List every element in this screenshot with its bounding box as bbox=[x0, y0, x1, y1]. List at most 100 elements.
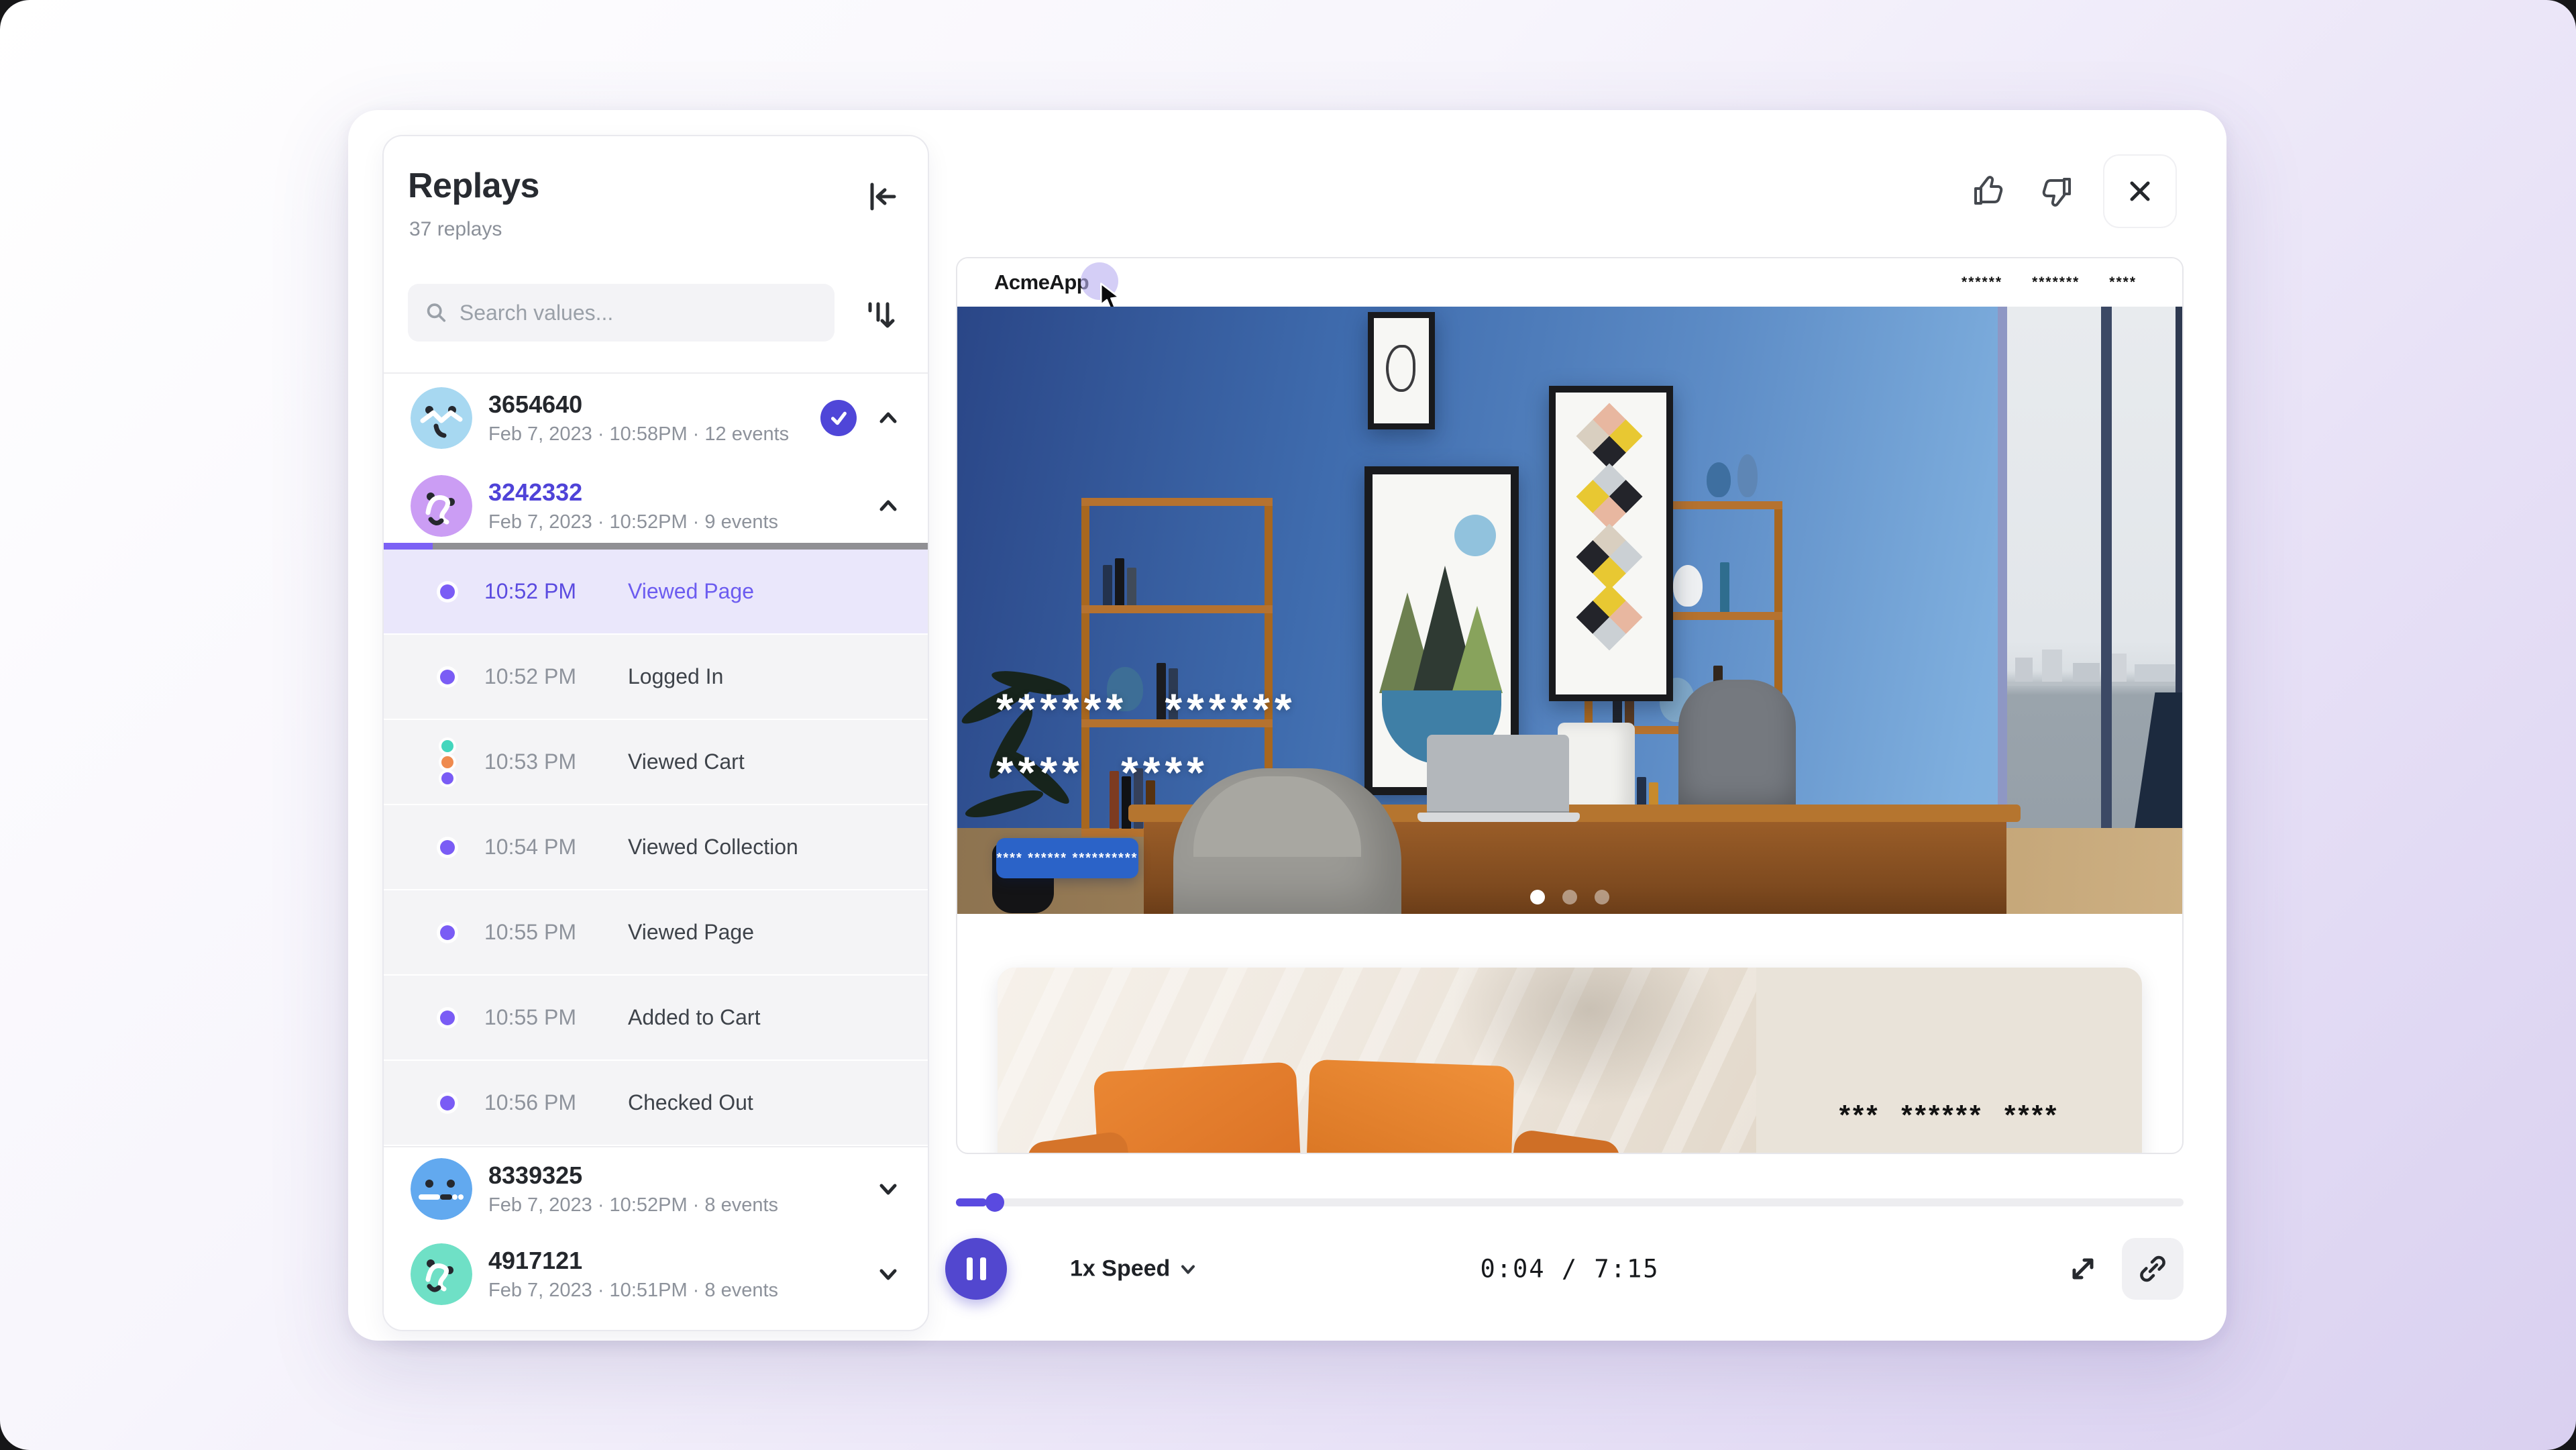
page-background: Replays 37 replays bbox=[0, 0, 2576, 1450]
session-row-actions bbox=[875, 1176, 901, 1202]
event-time: 10:55 PM bbox=[484, 920, 604, 945]
event-label: Checked Out bbox=[628, 1090, 753, 1115]
event-label: Viewed Page bbox=[628, 579, 754, 604]
event-multi-dot-icon bbox=[441, 740, 453, 784]
session-row-actions bbox=[875, 1261, 901, 1287]
event-dot-icon bbox=[440, 1011, 455, 1025]
recorded-app-logo: AcmeApp bbox=[994, 270, 1089, 295]
chevron-up-icon bbox=[877, 495, 900, 517]
expand-session-button[interactable] bbox=[875, 1176, 901, 1202]
hero-image: ****** ****** **** **** **** ****** ****… bbox=[957, 307, 2182, 914]
event-row-viewed-page-2[interactable]: 10:55 PM Viewed Page bbox=[384, 890, 928, 976]
replay-viewport: AcmeApp ****** ******* **** bbox=[956, 257, 2184, 1154]
time-current: 0:04 bbox=[1480, 1255, 1545, 1284]
session-id: 3242332 bbox=[488, 478, 778, 507]
session-row-3242332[interactable]: 3242332 Feb 7, 2023 · 10:52PM · 9 events bbox=[384, 462, 928, 550]
event-row-viewed-page-1[interactable]: 10:52 PM Viewed Page bbox=[384, 550, 928, 635]
thumbs-up-button[interactable] bbox=[1969, 171, 2009, 211]
expand-icon bbox=[2065, 1251, 2100, 1286]
playback-speed-dropdown[interactable]: 1x Speed bbox=[1070, 1256, 1197, 1282]
avatar bbox=[411, 475, 472, 537]
session-watch-progress-fill bbox=[384, 543, 433, 550]
masked-hero-button-label: **** ****** ********** bbox=[997, 851, 1138, 866]
framed-geometric-art bbox=[1549, 386, 1673, 701]
collapse-sidebar-button[interactable] bbox=[862, 176, 902, 217]
carousel-dot-active bbox=[1530, 890, 1545, 904]
session-row-8339325[interactable]: 8339325 Feb 7, 2023 · 10:52PM · 8 events bbox=[384, 1146, 928, 1230]
seek-bar[interactable] bbox=[956, 1198, 2184, 1206]
event-row-logged-in[interactable]: 10:52 PM Logged In bbox=[384, 635, 928, 720]
expand-session-button[interactable] bbox=[875, 1261, 901, 1287]
playback-speed-label: 1x Speed bbox=[1070, 1256, 1170, 1282]
fullscreen-button[interactable] bbox=[2061, 1247, 2104, 1290]
thumbs-down-icon bbox=[2037, 172, 2075, 210]
carousel-dot bbox=[1595, 890, 1609, 904]
session-info: 3242332 Feb 7, 2023 · 10:52PM · 9 events bbox=[488, 478, 778, 533]
session-id: 3654640 bbox=[488, 391, 789, 419]
pause-button[interactable] bbox=[945, 1238, 1007, 1300]
time-total: 7:15 bbox=[1594, 1255, 1659, 1284]
session-info: 8339325 Feb 7, 2023 · 10:52PM · 8 events bbox=[488, 1161, 778, 1216]
event-label: Viewed Cart bbox=[628, 749, 745, 774]
event-time: 10:52 PM bbox=[484, 664, 604, 689]
copy-link-button[interactable] bbox=[2122, 1238, 2184, 1300]
event-dot-icon bbox=[440, 840, 455, 855]
masked-nav-item: ****** bbox=[1962, 274, 2002, 291]
chevron-down-icon bbox=[1179, 1260, 1197, 1278]
player-controls: 1x Speed 0:04 / 7:15 bbox=[956, 1232, 2184, 1306]
time-separator: / bbox=[1562, 1255, 1578, 1284]
floor-lamp bbox=[1558, 723, 1635, 817]
player-right-controls bbox=[2061, 1238, 2184, 1300]
event-row-viewed-cart[interactable]: 10:53 PM Viewed Cart bbox=[384, 720, 928, 805]
carousel-dots bbox=[1530, 890, 1609, 904]
search-row bbox=[384, 284, 928, 372]
close-button[interactable] bbox=[2103, 154, 2177, 228]
sofa-photo bbox=[998, 968, 1756, 1154]
laptop bbox=[1427, 735, 1569, 814]
event-time: 10:56 PM bbox=[484, 1090, 604, 1115]
search-icon bbox=[425, 301, 447, 325]
check-icon bbox=[827, 407, 850, 429]
replays-sidebar: Replays 37 replays bbox=[382, 135, 929, 1331]
session-row-4917121[interactable]: 4917121 Feb 7, 2023 · 10:51PM · 8 events bbox=[384, 1230, 928, 1318]
thumbs-down-button[interactable] bbox=[2036, 171, 2076, 211]
replay-modal: Replays 37 replays bbox=[348, 110, 2226, 1341]
seek-handle[interactable] bbox=[985, 1193, 1004, 1212]
event-row-checked-out[interactable]: 10:56 PM Checked Out bbox=[384, 1061, 928, 1146]
recorded-app-nav: ****** ******* **** bbox=[1962, 258, 2137, 307]
session-meta: Feb 7, 2023 · 10:51PM · 8 events bbox=[488, 1280, 778, 1302]
event-label: Viewed Page bbox=[628, 920, 754, 945]
search-input[interactable] bbox=[460, 301, 817, 325]
session-meta: Feb 7, 2023 · 10:52PM · 8 events bbox=[488, 1194, 778, 1216]
event-label: Added to Cart bbox=[628, 1005, 760, 1030]
sidebar-header: Replays 37 replays bbox=[384, 136, 928, 284]
event-row-viewed-collection[interactable]: 10:54 PM Viewed Collection bbox=[384, 805, 928, 890]
event-dot-icon bbox=[440, 670, 455, 684]
avatar bbox=[411, 1243, 472, 1305]
collapse-left-icon bbox=[865, 179, 900, 214]
framed-sketch bbox=[1368, 312, 1435, 429]
masked-product-caption: *** ****** **** bbox=[1756, 1099, 2142, 1131]
pause-icon bbox=[967, 1257, 973, 1280]
collapse-session-button[interactable] bbox=[875, 493, 901, 519]
session-row-3654640[interactable]: 3654640 Feb 7, 2023 · 10:58PM · 12 event… bbox=[384, 374, 928, 462]
session-meta: Feb 7, 2023 · 10:52PM · 9 events bbox=[488, 511, 778, 533]
session-watch-progress bbox=[384, 543, 928, 550]
collapse-session-button[interactable] bbox=[875, 405, 901, 431]
masked-nav-item: ******* bbox=[2032, 274, 2080, 291]
sort-descending-icon bbox=[862, 297, 897, 332]
search-box[interactable] bbox=[408, 284, 835, 342]
chevron-down-icon bbox=[877, 1178, 900, 1200]
event-timeline: 10:52 PM Viewed Page 10:52 PM Logged In … bbox=[384, 550, 928, 1146]
chevron-down-icon bbox=[877, 1263, 900, 1286]
hero-cta-button: **** ****** ********** bbox=[996, 838, 1138, 878]
event-row-added-to-cart[interactable]: 10:55 PM Added to Cart bbox=[384, 976, 928, 1061]
sort-button[interactable] bbox=[858, 293, 901, 336]
event-time: 10:53 PM bbox=[484, 749, 604, 774]
time-display: 0:04 / 7:15 bbox=[1480, 1255, 1659, 1284]
thumbs-up-icon bbox=[1970, 172, 2008, 210]
session-row-actions bbox=[875, 493, 901, 519]
session-id: 4917121 bbox=[488, 1247, 778, 1275]
recorded-app-header: AcmeApp ****** ******* **** bbox=[957, 258, 2182, 307]
event-label: Logged In bbox=[628, 664, 723, 689]
